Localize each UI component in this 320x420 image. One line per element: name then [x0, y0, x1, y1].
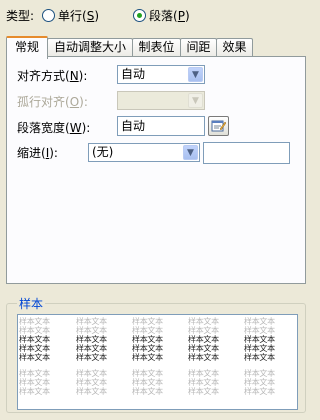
sample-text-line: 样本文本 — [244, 387, 275, 396]
sample-text-line: 样本文本 — [188, 344, 219, 353]
sample-label: 样本 — [17, 295, 46, 312]
sample-text-line: 样本文本 — [132, 353, 163, 362]
tab-spacing[interactable]: 间距 — [180, 38, 217, 56]
sample-text-line: 样本文本 — [19, 353, 50, 362]
tab-effects[interactable]: 效果 — [216, 38, 253, 56]
sample-text-line: 样本文本 — [188, 378, 219, 387]
paragraph-width-picker-icon — [211, 120, 226, 132]
sample-text-line: 样本文本 — [76, 369, 107, 378]
align-label: 对齐方式(N): — [17, 69, 88, 83]
sample-text-line: 样本文本 — [244, 353, 275, 362]
indent-label: 缩进(I): — [17, 146, 58, 160]
sample-preview: 样本文本 样本文本 样本文本 样本文本 样本文本 样本文本 样本文本 样本文本 样本文本 样本文本… — [17, 314, 298, 410]
sample-text-line: 样本文本 — [132, 317, 163, 326]
indent-amount-input[interactable] — [203, 142, 290, 164]
indent-combo[interactable]: (无) ▼ — [88, 143, 200, 162]
chevron-down-icon[interactable]: ▼ — [183, 145, 198, 160]
sample-text-line: 样本文本 — [19, 369, 50, 378]
sample-text-line: 样本文本 — [76, 353, 107, 362]
paragraph-width-label: 段落宽度(W): — [17, 121, 91, 135]
sample-text-line: 样本文本 — [76, 326, 107, 335]
radio-paragraph-text[interactable]: 段落(P) — [149, 7, 190, 24]
sample-text-line: 样本文本 — [76, 317, 107, 326]
sample-text-line: 样本文本 — [19, 317, 50, 326]
type-row: 类型: 单行(S) 段落(P) — [6, 6, 190, 24]
orphan-align-combo: ▼ — [117, 91, 205, 110]
radio-paragraph[interactable]: 段落(P) — [133, 7, 190, 24]
tab-general[interactable]: 常规 — [6, 36, 48, 59]
sample-text-line: 样本文本 — [244, 317, 275, 326]
paragraph-width-button[interactable] — [208, 116, 229, 136]
sample-text-line: 样本文本 — [244, 378, 275, 387]
tab-tabstops[interactable]: 制表位 — [132, 38, 181, 56]
indent-value: (无) — [92, 145, 114, 159]
sample-text-line: 样本文本 — [132, 378, 163, 387]
sample-text-line: 样本文本 — [132, 326, 163, 335]
sample-text-line: 样本文本 — [132, 344, 163, 353]
sample-text-line: 样本文本 — [76, 387, 107, 396]
sample-text-line: 样本文本 — [19, 378, 50, 387]
radio-single-line[interactable]: 单行(S) — [42, 7, 99, 24]
sample-text-line: 样本文本 — [188, 317, 219, 326]
sample-text-line: 样本文本 — [188, 335, 219, 344]
sample-text-line: 样本文本 — [188, 326, 219, 335]
align-combo[interactable]: 自动 ▼ — [117, 65, 205, 84]
paragraph-width-input[interactable]: 自动 — [117, 116, 205, 136]
sample-text-line: 样本文本 — [188, 369, 219, 378]
sample-text-line: 样本文本 — [244, 326, 275, 335]
chevron-down-icon[interactable]: ▼ — [188, 67, 203, 82]
sample-text-line: 样本文本 — [244, 369, 275, 378]
sample-text-line: 样本文本 — [76, 335, 107, 344]
sample-text-line: 样本文本 — [132, 387, 163, 396]
sample-text-line: 样本文本 — [76, 378, 107, 387]
radio-paragraph-indicator[interactable] — [133, 8, 147, 22]
sample-text-line: 样本文本 — [19, 387, 50, 396]
sample-text-line: 样本文本 — [244, 335, 275, 344]
sample-text-line: 样本文本 — [188, 387, 219, 396]
radio-single-line-indicator[interactable] — [42, 8, 56, 22]
sample-text-line: 样本文本 — [19, 335, 50, 344]
sample-text-line: 样本文本 — [76, 344, 107, 353]
sample-text-line: 样本文本 — [188, 353, 219, 362]
sample-text-line: 样本文本 — [19, 326, 50, 335]
align-value: 自动 — [121, 67, 146, 81]
sample-text-line: 样本文本 — [132, 369, 163, 378]
orphan-align-label: 孤行对齐(O): — [17, 95, 88, 109]
radio-single-line-text[interactable]: 单行(S) — [58, 7, 99, 24]
sample-text-line: 样本文本 — [132, 335, 163, 344]
tab-autofit[interactable]: 自动调整大小 — [47, 38, 133, 56]
sample-text-line: 样本文本 — [19, 344, 50, 353]
type-label: 类型: — [6, 8, 35, 23]
sample-text-line: 样本文本 — [244, 344, 275, 353]
chevron-down-icon: ▼ — [188, 93, 203, 108]
